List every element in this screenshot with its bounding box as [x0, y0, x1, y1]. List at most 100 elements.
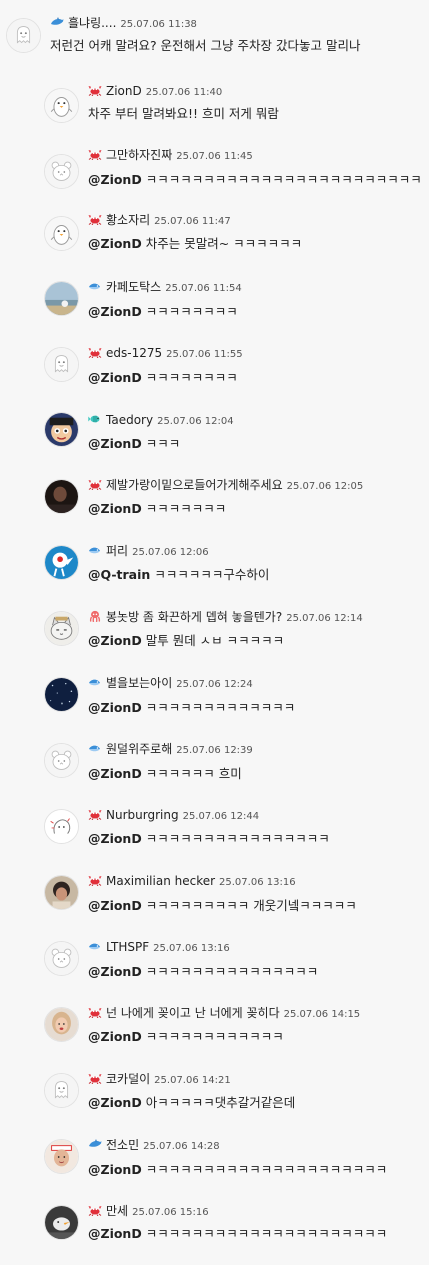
avatar[interactable] [44, 1007, 79, 1042]
avatar[interactable] [44, 809, 79, 844]
comment-text: ㅋㅋㅋㅋㅋㅋㅋㅋㅋㅋㅋㅋㅋㅋㅋㅋㅋㅋㅋㅋㅋ [145, 1226, 388, 1241]
username-link[interactable]: 제발가랑이밑으로들어가게해주세요 [106, 478, 283, 492]
avatar[interactable] [44, 1139, 79, 1174]
username-link[interactable]: ZionD [106, 84, 142, 98]
comment-meta: Maximilian hecker 25.07.06 13:16 [88, 872, 296, 891]
comment-meta: 전소민 25.07.06 14:28 [88, 1136, 220, 1155]
octopus-icon [88, 610, 102, 622]
mention-link[interactable]: @ZionD [88, 766, 142, 781]
comment-meta: 퍼리 25.07.06 12:06 [88, 542, 209, 561]
comment-item: Taedory 25.07.06 12:04 @ZionD ㅋㅋㅋ [0, 410, 429, 474]
comment-meta: 별을보는아이 25.07.06 12:24 [88, 674, 253, 693]
username-link[interactable]: 그만하자진짜 [106, 148, 172, 162]
mention-link[interactable]: @ZionD [88, 236, 142, 251]
avatar[interactable] [44, 412, 79, 447]
comment-meta: 흘냐링.... 25.07.06 11:38 [50, 14, 197, 33]
comment-meta: 원덜위주로해 25.07.06 12:39 [88, 740, 253, 759]
avatar[interactable] [44, 677, 79, 712]
avatar[interactable] [44, 281, 79, 316]
comment-timestamp: 25.07.06 11:40 [145, 87, 223, 98]
mention-link[interactable]: @ZionD [88, 436, 142, 451]
avatar[interactable] [44, 1073, 79, 1108]
dolphin-icon [50, 16, 64, 28]
mention-link[interactable]: @ZionD [88, 501, 142, 516]
comment-item: 봉놋방 좀 화끈하게 뎁혀 놓을텐가? 25.07.06 12:14 @ZionD 말… [0, 608, 429, 672]
crab-icon [88, 808, 102, 820]
username-link[interactable]: LTHSPF [106, 940, 149, 954]
mention-link[interactable]: @Q-train [88, 567, 150, 582]
username-link[interactable]: 별을보는아이 [106, 676, 172, 690]
fish-icon [88, 544, 102, 556]
comment-item: 그만하자진짜 25.07.06 11:45 @ZionD ㅋㅋㅋㅋㅋㅋㅋㅋㅋㅋㅋㅋㅋㅋ… [0, 146, 429, 210]
username-link[interactable]: 봉놋방 좀 화끈하게 뎁혀 놓을텐가? [106, 610, 282, 624]
username-link[interactable]: Maximilian hecker [106, 874, 215, 888]
comment-body: @ZionD ㅋㅋㅋㅋㅋㅋㅋㅋㅋㅋㅋㅋㅋㅋㅋㅋㅋㅋㅋㅋㅋ [88, 1225, 387, 1243]
comment-item: 퍼리 25.07.06 12:06 @Q-train ㅋㅋㅋㅋㅋㅋ구수하이 [0, 541, 429, 605]
username-link[interactable]: 원덜위주로해 [106, 742, 172, 756]
crab-icon [88, 1204, 102, 1216]
mention-link[interactable]: @ZionD [88, 304, 142, 319]
username-link[interactable]: Nurburgring [106, 808, 179, 822]
username-link[interactable]: 만세 [106, 1204, 128, 1218]
avatar[interactable] [44, 743, 79, 778]
comment-body: @ZionD ㅋㅋㅋㅋㅋㅋㅋㅋㅋㅋㅋㅋㅋ [88, 699, 295, 717]
fish-icon [88, 676, 102, 688]
crab-icon [88, 346, 102, 358]
username-link[interactable]: 황소자리 [106, 213, 150, 227]
comment-timestamp: 25.07.06 15:16 [132, 1207, 209, 1218]
avatar[interactable] [6, 18, 41, 53]
comment-item: 황소자리 25.07.06 11:47 @ZionD 차주는 못말려~ ㅋㅋㅋㅋㅋㅋ [0, 211, 429, 275]
comment-meta: ZionD 25.07.06 11:40 [88, 82, 222, 101]
username-link[interactable]: Taedory [106, 413, 153, 427]
avatar[interactable] [44, 347, 79, 382]
mention-link[interactable]: @ZionD [88, 1162, 142, 1177]
mention-link[interactable]: @ZionD [88, 831, 142, 846]
mention-link[interactable]: @ZionD [88, 1226, 142, 1241]
avatar[interactable] [44, 545, 79, 580]
comment-item: Maximilian hecker 25.07.06 13:16 @ZionD ㅋㅋㅋ… [0, 872, 429, 936]
comment-meta: 그만하자진짜 25.07.06 11:45 [88, 146, 253, 165]
comment-timestamp: 25.07.06 12:04 [157, 416, 234, 427]
comment-text: 차주는 못말려~ ㅋㅋㅋㅋㅋㅋ [145, 236, 303, 251]
comment-item: 만세 25.07.06 15:16 @ZionD ㅋㅋㅋㅋㅋㅋㅋㅋㅋㅋㅋㅋㅋㅋㅋㅋㅋㅋ… [0, 1201, 429, 1265]
avatar[interactable] [44, 216, 79, 251]
mention-link[interactable]: @ZionD [88, 898, 142, 913]
avatar[interactable] [44, 611, 79, 646]
comment-timestamp: 25.07.06 14:28 [143, 1141, 220, 1152]
comment-body: @Q-train ㅋㅋㅋㅋㅋㅋ구수하이 [88, 566, 269, 584]
username-link[interactable]: 전소민 [106, 1138, 139, 1152]
comment-timestamp: 25.07.06 14:15 [283, 1009, 361, 1020]
mention-link[interactable]: @ZionD [88, 964, 142, 979]
mention-link[interactable]: @ZionD [88, 1095, 142, 1110]
tropical-fish-icon [88, 413, 102, 425]
username-link[interactable]: 코카덜이 [106, 1072, 150, 1086]
avatar[interactable] [44, 875, 79, 910]
crab-icon [88, 1006, 102, 1018]
comment-timestamp: 25.07.06 12:44 [182, 811, 260, 822]
username-link[interactable]: eds-1275 [106, 346, 162, 360]
mention-link[interactable]: @ZionD [88, 370, 142, 385]
comment-text: ㅋㅋㅋㅋㅋㅋㅋㅋㅋㅋㅋㅋㅋ [145, 700, 296, 715]
mention-link[interactable]: @ZionD [88, 700, 142, 715]
avatar[interactable] [44, 941, 79, 976]
comment-meta: Nurburgring 25.07.06 12:44 [88, 806, 259, 825]
username-link[interactable]: 퍼리 [106, 544, 128, 558]
mention-link[interactable]: @ZionD [88, 1029, 142, 1044]
fish-icon [88, 742, 102, 754]
avatar[interactable] [44, 479, 79, 514]
username-link[interactable]: 흘냐링.... [68, 16, 116, 30]
mention-link[interactable]: @ZionD [88, 172, 142, 187]
avatar[interactable] [44, 1205, 79, 1240]
avatar[interactable] [44, 88, 79, 123]
comment-timestamp: 25.07.06 12:14 [286, 613, 363, 624]
comment-text: ㅋㅋㅋㅋㅋㅋㅋㅋㅋㅋㅋㅋㅋㅋㅋㅋ [145, 831, 330, 846]
comment-body: @ZionD ㅋㅋㅋㅋㅋㅋㅋㅋㅋㅋㅋㅋㅋㅋㅋ [88, 963, 318, 981]
avatar[interactable] [44, 154, 79, 189]
mention-link[interactable]: @ZionD [88, 633, 142, 648]
comment-meta: 봉놋방 좀 화끈하게 뎁혀 놓을텐가? 25.07.06 12:14 [88, 608, 363, 627]
comment-body: @ZionD ㅋㅋㅋㅋㅋㅋㅋㅋㅋㅋㅋㅋㅋㅋㅋㅋㅋㅋㅋㅋㅋㅋㅋㅋ [88, 171, 422, 189]
username-link[interactable]: 넌 나에게 꽂이고 난 너에게 꽂히다 [106, 1006, 280, 1020]
comment-text: ㅋㅋㅋㅋㅋㅋㅋ [145, 501, 227, 516]
comment-meta: eds-1275 25.07.06 11:55 [88, 344, 243, 363]
username-link[interactable]: 카페도탁스 [106, 280, 161, 294]
